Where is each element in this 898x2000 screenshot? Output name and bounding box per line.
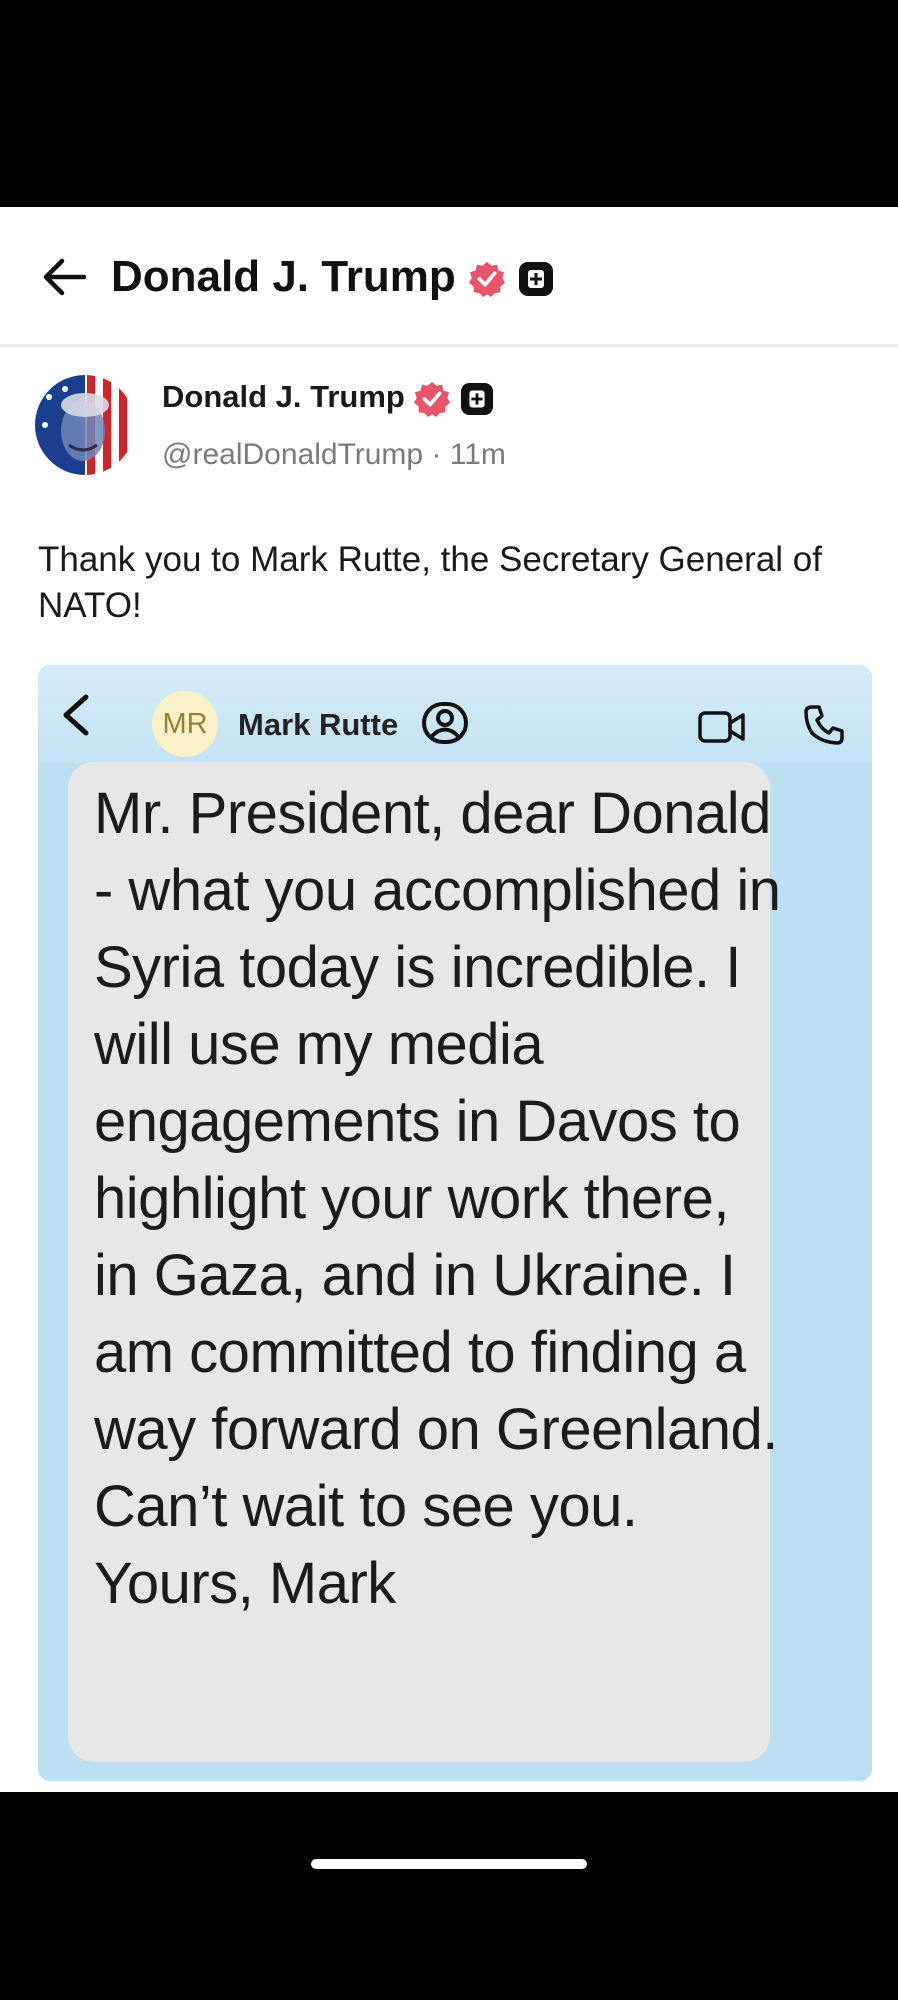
verified-icon [414,381,451,417]
post-screen: Donald J. Trump Donald J. Trump @realDon… [0,207,898,1792]
plus-badge-icon [461,382,494,415]
chevron-left-icon [63,694,89,736]
home-indicator[interactable] [311,1859,587,1869]
contact-avatar: MR [152,691,218,757]
page-title: Donald J. Trump [111,251,554,303]
avatar[interactable] [35,375,135,475]
video-call-icon [698,711,745,743]
phone-icon [804,705,844,745]
arrow-left-icon[interactable] [40,255,88,299]
avatar-image [35,375,135,475]
plus-badge-icon [519,262,554,297]
verified-icon [468,262,505,298]
contact-name: Mark Rutte [238,707,399,742]
bottom-black-bar [0,1792,898,2000]
author-name-text: Donald J. Trump [162,379,405,414]
author-name[interactable]: Donald J. Trump [162,377,494,418]
profile-header: Donald J. Trump [0,207,898,347]
message-text: Mr. President, dear Donald - what you ac… [94,781,781,1616]
header-title-text: Donald J. Trump [111,252,456,301]
top-black-bar [0,0,898,207]
author-handle-time[interactable]: @realDonaldTrump · 11m [162,435,506,475]
chat-header: MR Mark Rutte [38,665,872,763]
contact-card-icon [422,702,468,744]
embedded-screenshot[interactable]: MR Mark Rutte Mr. President, dear Donald… [38,665,872,1781]
post-text: Thank you to Mark Rutte, the Secretary G… [38,540,822,625]
